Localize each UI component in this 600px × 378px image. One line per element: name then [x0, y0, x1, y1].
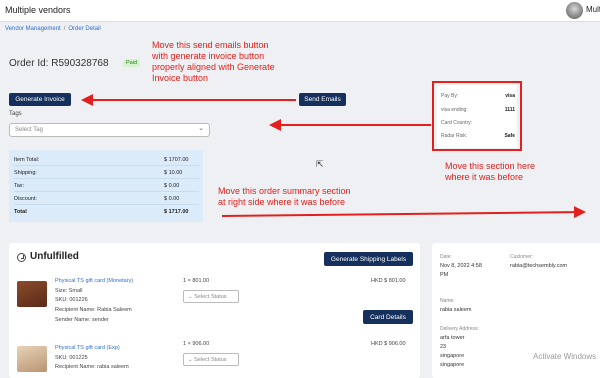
annotation-arrow-right: [221, 206, 586, 219]
annotation-highlight-box: [432, 81, 522, 151]
annotation-arrows: [81, 81, 586, 219]
activate-windows-watermark: Activate Windows: [533, 352, 597, 361]
